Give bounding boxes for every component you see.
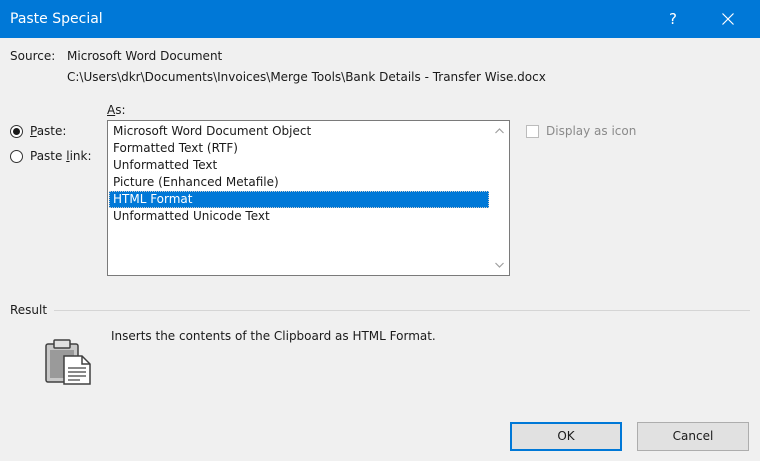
clipboard-paste-icon: [45, 339, 91, 385]
paste-accel: P: [30, 124, 37, 138]
source-value: Microsoft Word Document: [67, 49, 223, 63]
display-as-icon-option: Display as icon: [526, 124, 636, 138]
as-label-accel: A: [107, 103, 116, 117]
close-icon: [722, 13, 734, 25]
paste-link-rest: ink:: [69, 149, 92, 163]
scroll-up-button[interactable]: [490, 122, 508, 140]
list-item-word-object[interactable]: Microsoft Word Document Object: [109, 123, 489, 140]
list-scrollbar[interactable]: [490, 122, 508, 274]
scroll-down-button[interactable]: [490, 256, 508, 274]
chevron-up-icon: [494, 128, 504, 134]
list-item-unformatted-text[interactable]: Unformatted Text: [109, 157, 489, 174]
source-path: C:\Users\dkr\Documents\Invoices\Merge To…: [67, 70, 546, 84]
chevron-down-icon: [494, 262, 504, 268]
list-item-rtf[interactable]: Formatted Text (RTF): [109, 140, 489, 157]
list-item-picture-emf[interactable]: Picture (Enhanced Metafile): [109, 174, 489, 191]
result-description: Inserts the contents of the Clipboard as…: [111, 329, 436, 343]
dialog-title: Paste Special: [10, 11, 103, 27]
paste-radio-label: Paste:: [30, 124, 66, 138]
paste-link-radio-circle[interactable]: [10, 149, 23, 163]
as-format-listbox[interactable]: Microsoft Word Document Object Formatted…: [107, 120, 510, 276]
radio-selected-dot: [13, 127, 20, 135]
as-label-rest: s:: [115, 103, 126, 117]
result-label: Result: [10, 303, 48, 317]
paste-radio[interactable]: Paste:: [10, 124, 66, 138]
paste-link-radio-label: Paste link:: [30, 149, 92, 163]
format-list: Microsoft Word Document Object Formatted…: [109, 123, 489, 225]
help-button[interactable]: ?: [650, 0, 696, 38]
cancel-button[interactable]: Cancel: [637, 422, 749, 451]
close-button[interactable]: [704, 0, 752, 38]
list-item-html-format[interactable]: HTML Format: [109, 191, 489, 208]
ok-button[interactable]: OK: [510, 422, 622, 451]
paste-rest: aste:: [36, 124, 67, 138]
result-divider: [54, 310, 750, 311]
list-item-unformatted-unicode[interactable]: Unformatted Unicode Text: [109, 208, 489, 225]
display-as-icon-label: Display as icon: [546, 124, 637, 138]
display-as-icon-checkbox: [526, 124, 539, 138]
paste-special-dialog: Paste Special ? Source: Microsoft Word D…: [0, 0, 760, 461]
title-bar: Paste Special ?: [0, 0, 760, 38]
paste-radio-circle[interactable]: [10, 124, 23, 138]
source-label: Source:: [10, 49, 56, 63]
as-label: As:: [107, 103, 126, 117]
paste-link-pre: Paste: [30, 149, 67, 163]
paste-link-radio[interactable]: Paste link:: [10, 149, 92, 163]
